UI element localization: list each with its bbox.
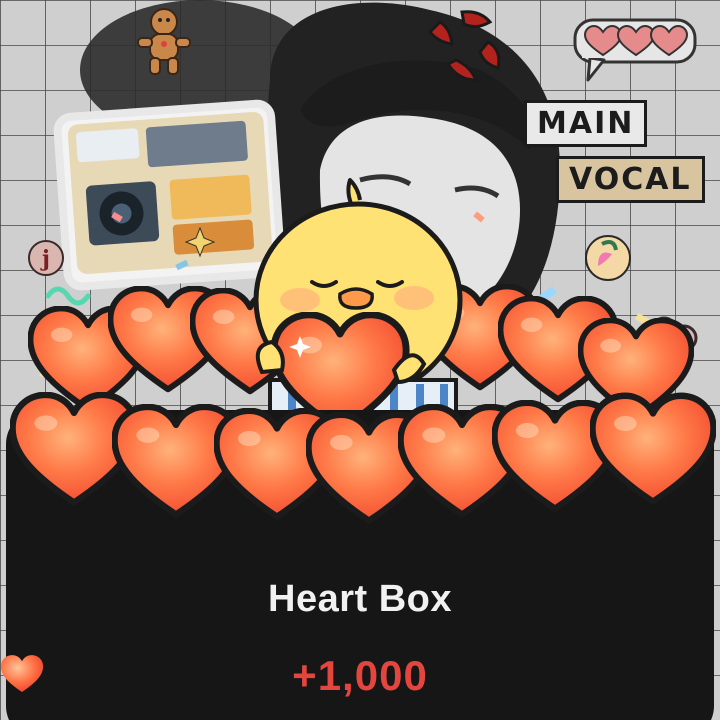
- letter-j-sticker-icon: j: [28, 240, 64, 276]
- main-label-sticker: MAIN: [524, 100, 648, 147]
- flower-sticker-icon: [585, 235, 631, 281]
- reward-text: +1,000: [292, 652, 428, 699]
- vocal-label-sticker: VOCAL: [556, 156, 705, 203]
- heart-box-gift-card[interactable]: j MAIN VOCAL Heart Box +1,000: [0, 0, 720, 720]
- svg-text:j: j: [40, 246, 50, 272]
- gift-title: Heart Box: [268, 578, 452, 620]
- reward-amount: +1,000: [0, 652, 720, 700]
- heart-icon: [0, 655, 44, 693]
